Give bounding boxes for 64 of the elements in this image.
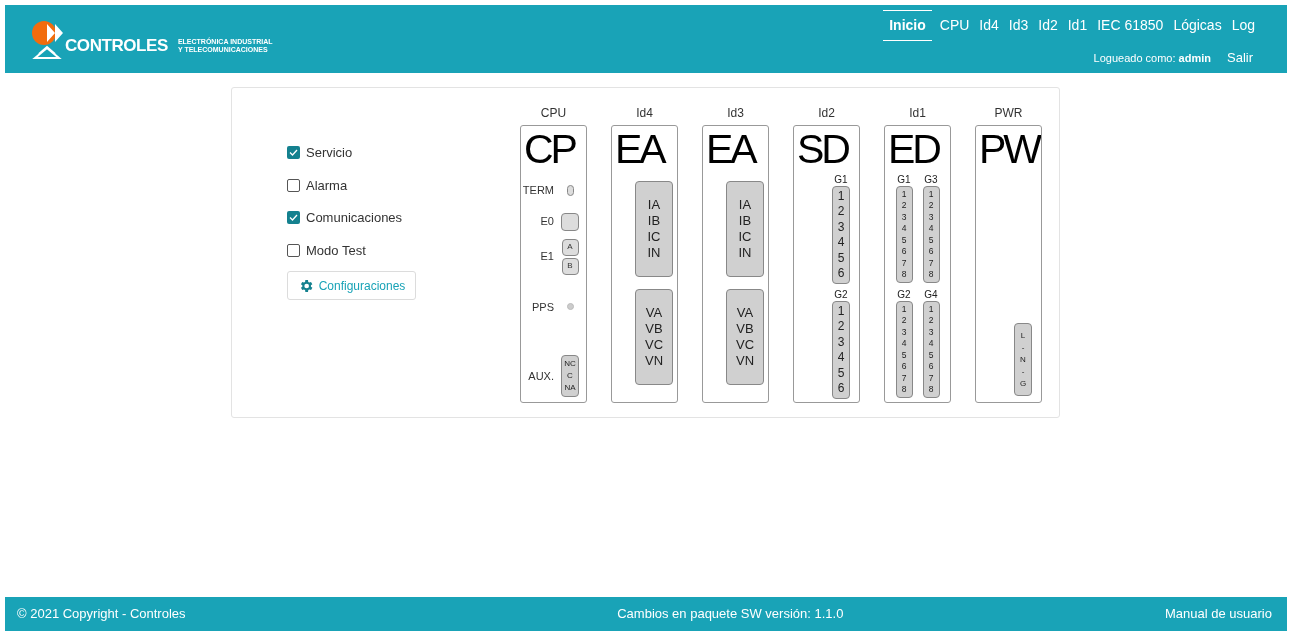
checkbox-label: Alarma (306, 176, 348, 195)
termination-indicator (566, 184, 574, 196)
configuraciones-button[interactable]: Configuraciones (287, 271, 416, 300)
module-title: PWR (994, 106, 1023, 121)
checkbox-label: Servicio (306, 144, 353, 162)
nav-tab[interactable]: Log (1229, 11, 1257, 41)
terminal-block: 1 2 3 4 5 6 (832, 186, 850, 284)
module-code: PW (978, 128, 1040, 170)
nav-tab[interactable]: Inicio (883, 10, 932, 42)
nav-tab[interactable]: Id1 (1065, 11, 1090, 41)
checkbox[interactable] (287, 243, 300, 257)
module-title: Id2 (818, 106, 835, 121)
group-label: G4 (924, 289, 938, 301)
checkbox-label: Comunicaciones (306, 209, 403, 227)
terminal-block: IA IB IC IN (726, 181, 764, 277)
checkbox-label: Modo Test (306, 241, 366, 260)
copyright-text: © 2021 Copyright - Controles (17, 605, 186, 624)
module-title: Id3 (727, 106, 744, 121)
module-code: SD (796, 128, 848, 170)
module-code: EA (614, 128, 664, 170)
checkbox[interactable] (287, 146, 300, 160)
nav-tab[interactable]: Id4 (977, 11, 1001, 41)
group-label: G2 (897, 289, 911, 301)
group-label: G3 (924, 174, 938, 186)
version-text: Cambios en paquete SW versión: 1.1.0 (617, 605, 844, 624)
module-code: ED (887, 128, 939, 170)
terminal-block: 1 2 3 4 5 6 7 8 (922, 301, 940, 398)
logo-text: CONTROLES (65, 35, 168, 58)
checkbox[interactable] (287, 211, 300, 225)
module-title: CPU (540, 106, 567, 121)
port-label: E0 (540, 214, 554, 230)
terminal-block: VA VB VC VN (635, 289, 673, 385)
terminal-block: 1 2 3 4 5 6 (832, 301, 850, 399)
status-led (566, 303, 574, 311)
terminal-block: NC C NA (561, 355, 579, 397)
terminal-block: 1 2 3 4 5 6 7 8 (922, 186, 940, 283)
nav-tab[interactable]: IEC 61850 (1095, 11, 1166, 41)
terminal-block: IA IB IC IN (635, 181, 673, 277)
logout-link[interactable]: Salir (1227, 48, 1253, 68)
terminal-block: 1 2 3 4 5 6 7 8 (895, 301, 913, 398)
ethernet-port: A (561, 238, 579, 256)
port-label: AUX. (528, 368, 554, 384)
module-code: EA (705, 128, 755, 170)
login-status: Logueado como: admin (1093, 50, 1211, 66)
port-label: TERM (522, 183, 554, 198)
nav-tab[interactable]: Id3 (1006, 11, 1031, 41)
group-label: G1 (897, 174, 911, 186)
module-title: Id4 (636, 106, 653, 121)
ethernet-port: B (561, 257, 579, 275)
terminal-block: L - N - G (1014, 323, 1032, 396)
group-label: G1 (834, 174, 848, 186)
terminal-block: VA VB VC VN (726, 289, 764, 385)
nav-tab[interactable]: CPU (937, 11, 972, 41)
nav-tab[interactable]: Lógicas (1171, 11, 1224, 41)
nav-tab[interactable]: Id2 (1036, 11, 1060, 41)
module-title: Id1 (909, 106, 926, 121)
terminal-block: 1 2 3 4 5 6 7 8 (895, 186, 913, 283)
checkbox[interactable] (287, 178, 300, 192)
manual-link[interactable]: Manual de usuario (1165, 604, 1272, 624)
group-label: G2 (834, 289, 848, 301)
port-label: PPS (532, 299, 554, 315)
module-code: CP (523, 128, 575, 170)
port-label: E1 (540, 249, 554, 265)
ethernet-port (561, 212, 579, 231)
